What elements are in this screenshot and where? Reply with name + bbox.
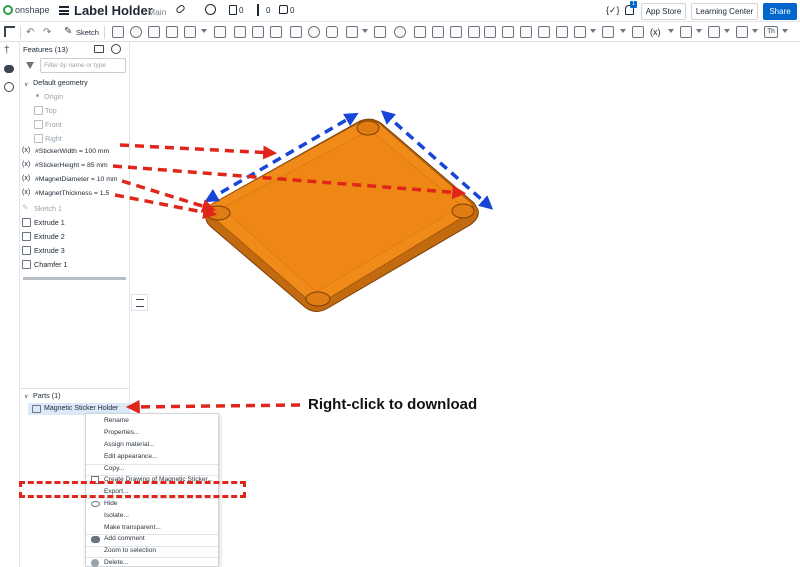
magnet-hole — [356, 120, 380, 136]
annotation-text: Right-click to download — [308, 396, 478, 413]
export-highlight-box — [19, 481, 246, 498]
menu-item-add-comment[interactable]: Add comment — [104, 535, 145, 542]
red-arrow-download — [125, 399, 301, 414]
part-pocket — [221, 129, 463, 293]
menu-item-make-transparent[interactable]: Make transparent... — [104, 524, 161, 531]
magnet-hole — [305, 291, 331, 307]
menu-item-edit-appearance[interactable]: Edit appearance... — [104, 453, 158, 460]
menu-item-properties[interactable]: Properties... — [104, 429, 140, 436]
menu-item-assign-material[interactable]: Assign material... — [104, 441, 155, 448]
menu-item-zoom-to-selection[interactable]: Zoom to selection — [104, 547, 156, 554]
menu-item-delete[interactable]: Delete... — [104, 559, 129, 566]
delete-icon — [91, 559, 99, 567]
red-arrow-sticker-width — [119, 143, 278, 160]
menu-item-isolate[interactable]: Isolate... — [104, 512, 129, 519]
menu-item-hide[interactable]: Hide — [104, 500, 118, 507]
hide-icon — [91, 501, 100, 507]
magnet-hole — [451, 203, 475, 219]
menu-item-copy[interactable]: Copy... — [104, 465, 124, 472]
menu-item-rename[interactable]: Rename — [104, 417, 129, 424]
comment-icon — [91, 536, 100, 543]
